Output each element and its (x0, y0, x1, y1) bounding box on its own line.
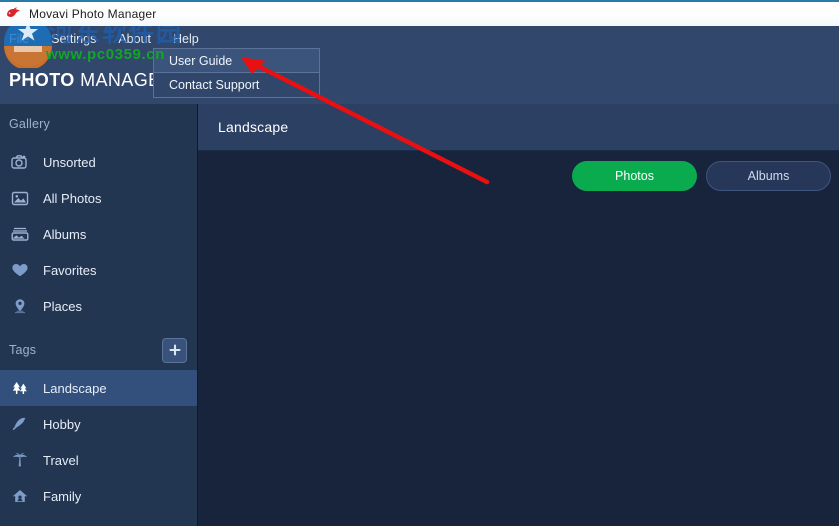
sidebar-item-family[interactable]: Family (0, 478, 197, 514)
window-title: Movavi Photo Manager (29, 7, 157, 21)
sidebar-item-label: All Photos (43, 190, 102, 206)
sidebar-item-hobby[interactable]: Hobby (0, 406, 197, 442)
sidebar-item-label: Favorites (43, 262, 97, 278)
sidebar-item-label: Places (43, 298, 83, 314)
movavi-bird-icon (5, 6, 22, 23)
image-icon (9, 187, 31, 209)
menu-item-contact-support[interactable]: Contact Support (154, 73, 319, 97)
gallery-header-label: Gallery (9, 117, 50, 131)
sidebar-item-all-photos[interactable]: All Photos (0, 180, 197, 216)
tab-photos[interactable]: Photos (572, 161, 697, 191)
sidebar-item-label: Hobby (43, 416, 81, 432)
sidebar: Gallery Unsorted All Photos Albums Favor… (0, 104, 198, 526)
sidebar-item-albums[interactable]: Albums (0, 216, 197, 252)
sidebar-item-landscape[interactable]: Landscape (0, 370, 197, 406)
house-icon (9, 485, 31, 507)
sidebar-item-label: Albums (43, 226, 87, 242)
sidebar-item-places[interactable]: Places (0, 288, 197, 324)
photo-grid-empty-area (198, 201, 839, 526)
sidebar-gallery-header: Gallery (0, 104, 197, 144)
menu-bar: File Settings About Help (0, 26, 839, 52)
tags-header-label: Tags (9, 343, 37, 357)
plus-icon (168, 343, 182, 357)
album-box-icon (9, 223, 31, 245)
menu-about[interactable]: About (118, 29, 161, 49)
tab-albums[interactable]: Albums (706, 161, 831, 191)
menu-file[interactable]: File (9, 29, 39, 49)
menu-item-user-guide[interactable]: User Guide (154, 49, 319, 73)
menu-settings[interactable]: Settings (51, 29, 106, 49)
sidebar-item-label: Travel (43, 452, 79, 468)
sidebar-item-travel[interactable]: Travel (0, 442, 197, 478)
heart-icon (9, 259, 31, 281)
app-logo: PHOTO MANAGER (9, 70, 174, 91)
shuttlecock-icon (9, 413, 31, 435)
menu-help[interactable]: Help (173, 29, 209, 49)
sidebar-item-label: Unsorted (43, 154, 96, 170)
camera-icon (9, 151, 31, 173)
add-tag-button[interactable] (162, 337, 187, 363)
trees-icon (9, 377, 31, 399)
window-titlebar: Movavi Photo Manager (0, 0, 839, 26)
sidebar-item-unsorted[interactable]: Unsorted (0, 144, 197, 180)
sidebar-item-label: Family (43, 488, 82, 504)
palm-tree-icon (9, 449, 31, 471)
brand-bold: PHOTO (9, 70, 75, 90)
content-header: Landscape (198, 104, 839, 151)
sidebar-item-favorites[interactable]: Favorites (0, 252, 197, 288)
content-toolbar: Photos Albums (198, 151, 839, 201)
page-title: Landscape (218, 119, 289, 135)
application-window: Movavi Photo Manager File Settings About… (0, 0, 839, 526)
main-content: Landscape Photos Albums (198, 104, 839, 526)
help-dropdown-menu: User Guide Contact Support (153, 48, 320, 98)
map-pin-icon (9, 295, 31, 317)
sidebar-tags-header: Tags (0, 330, 197, 370)
app-header: File Settings About Help PHOTO MANAGER (0, 26, 839, 104)
sidebar-item-label: Landscape (43, 380, 107, 396)
